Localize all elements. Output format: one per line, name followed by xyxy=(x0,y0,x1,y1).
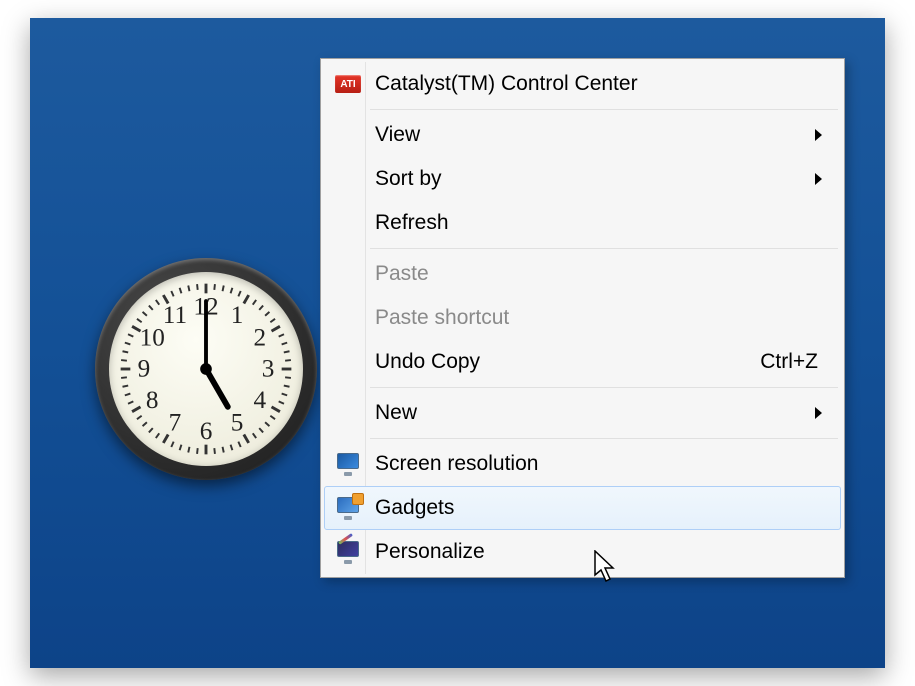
menu-item-view[interactable]: View xyxy=(324,113,841,157)
desktop-context-menu: ATI Catalyst(TM) Control Center View Sort b… xyxy=(320,58,845,578)
chevron-right-icon xyxy=(815,407,822,419)
empty-icon xyxy=(333,208,363,238)
clock-numeral: 5 xyxy=(231,409,244,436)
clock-numeral: 2 xyxy=(253,325,266,352)
menu-item-label: Sort by xyxy=(375,167,442,191)
menu-item-label: Catalyst(TM) Control Center xyxy=(375,72,638,96)
hour-hand xyxy=(206,369,228,407)
clock-numeral: 9 xyxy=(138,356,151,383)
menu-item-gadgets[interactable]: Gadgets xyxy=(324,486,841,530)
menu-item-catalyst[interactable]: ATI Catalyst(TM) Control Center xyxy=(324,62,841,106)
menu-item-label: Paste shortcut xyxy=(375,306,509,330)
menu-item-new[interactable]: New xyxy=(324,391,841,435)
menu-separator xyxy=(370,248,838,249)
menu-item-label: Refresh xyxy=(375,211,449,235)
clock-center xyxy=(200,363,212,375)
clock-numeral: 7 xyxy=(169,409,182,436)
menu-item-screen-resolution[interactable]: Screen resolution xyxy=(324,442,841,486)
menu-separator xyxy=(370,387,838,388)
gadgets-icon xyxy=(333,493,363,523)
clock-numeral: 10 xyxy=(140,325,165,352)
clock-face: 121234567891011 xyxy=(109,272,303,466)
empty-icon xyxy=(333,347,363,377)
menu-item-refresh[interactable]: Refresh xyxy=(324,201,841,245)
clock-numeral: 6 xyxy=(200,418,213,445)
empty-icon xyxy=(333,120,363,150)
menu-separator xyxy=(370,438,838,439)
chevron-right-icon xyxy=(815,173,822,185)
menu-item-label: Screen resolution xyxy=(375,452,538,476)
personalize-icon xyxy=(333,537,363,567)
menu-item-undo-copy[interactable]: Undo Copy Ctrl+Z xyxy=(324,340,841,384)
empty-icon xyxy=(333,164,363,194)
clock-gadget[interactable]: 121234567891011 xyxy=(95,258,317,480)
menu-item-label: Personalize xyxy=(375,540,485,564)
menu-shortcut: Ctrl+Z xyxy=(760,350,818,374)
empty-icon xyxy=(333,398,363,428)
empty-icon xyxy=(333,259,363,289)
menu-item-paste: Paste xyxy=(324,252,841,296)
menu-item-sortby[interactable]: Sort by xyxy=(324,157,841,201)
clock-numeral: 1 xyxy=(231,302,244,329)
clock-numeral: 11 xyxy=(163,302,187,329)
ati-icon: ATI xyxy=(333,69,363,99)
clock-numeral: 3 xyxy=(262,356,275,383)
empty-icon xyxy=(333,303,363,333)
menu-item-label: View xyxy=(375,123,420,147)
menu-item-label: Gadgets xyxy=(375,496,454,520)
menu-item-label: Paste xyxy=(375,262,429,286)
clock-numeral: 8 xyxy=(146,387,159,414)
menu-separator xyxy=(370,109,838,110)
clock-numeral: 4 xyxy=(253,387,266,414)
chevron-right-icon xyxy=(815,129,822,141)
resolution-icon xyxy=(333,449,363,479)
menu-item-personalize[interactable]: Personalize xyxy=(324,530,841,574)
menu-item-label: Undo Copy xyxy=(375,350,480,374)
menu-item-paste-shortcut: Paste shortcut xyxy=(324,296,841,340)
desktop-area[interactable]: 121234567891011 ATICatalyst(TM) Control … xyxy=(30,18,885,668)
menu-item-label: New xyxy=(375,401,417,425)
